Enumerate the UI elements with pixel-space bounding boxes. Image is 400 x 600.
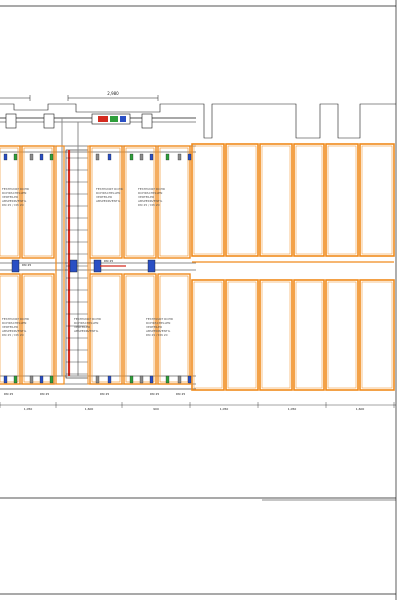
bay-frame (293, 143, 325, 257)
right-bay-frames (191, 143, 395, 391)
bay-frame-inner (361, 145, 393, 255)
bay-note-line: DN 25 / DN 20 (2, 333, 24, 337)
bay-frame (225, 143, 259, 257)
bay-frame (21, 273, 55, 385)
bay-frame (157, 145, 191, 259)
bay-frame (259, 279, 293, 391)
riser-frame (87, 145, 91, 385)
bay-frame (259, 143, 293, 257)
bay-frame-inner (295, 145, 323, 255)
valve-marker (11, 259, 20, 273)
bay-frame-inner (23, 275, 53, 383)
bay-frame-inner (159, 147, 189, 257)
bay-frame-inner (227, 145, 257, 255)
bay-frame (325, 143, 359, 257)
riser (61, 118, 89, 379)
tag-label: DN 25 (100, 392, 109, 396)
fitting (177, 375, 182, 384)
fitting (49, 375, 54, 384)
bottom-tag-labels: DN 25 DN 25 DN 25 DN 25 DN 25 (4, 392, 185, 396)
fitting (39, 375, 44, 384)
top-dimension-label: 2,980 (107, 91, 119, 96)
fitting (95, 375, 100, 384)
bay-note-line: ABSPERRVENTIL (74, 329, 99, 333)
fitting (187, 153, 192, 161)
bay-frame-inner (227, 281, 257, 389)
fitting (3, 375, 8, 384)
fitting (139, 153, 144, 161)
manifold-blue-segment (120, 116, 126, 122)
bay-note-line: ABSPERRVENTIL (96, 199, 121, 203)
dimension-label: 900 (153, 407, 159, 411)
bay-frame (359, 143, 395, 257)
fitting (29, 375, 34, 384)
dimension-label: 1,050 (220, 407, 229, 411)
fitting (129, 375, 134, 384)
tag-label: DN 25 (40, 392, 49, 396)
right-pump (141, 113, 153, 129)
bay-annotations: FESTPUNKT ROHRROHRSCHELLENVERTEILERABSPE… (2, 187, 173, 337)
manifold-red-segment (98, 116, 108, 122)
fitting (149, 375, 154, 384)
bay-frame (191, 279, 225, 391)
mid-tag: DN 25 (22, 263, 31, 267)
mid-tag: DN 25 (104, 259, 113, 263)
dimension-label: 1,050 (288, 407, 297, 411)
tag-label: DN 25 (176, 392, 185, 396)
drawing-sheet: 2,980 DN 25 DN 25 FESTPUNKT ROHRROHRSCHE… (0, 0, 397, 600)
fitting (95, 153, 100, 161)
bottom-dimension-chain: 1,050 1,600 900 1,050 1,050 1,600 (0, 402, 396, 411)
tag-label: DN 25 (150, 392, 159, 396)
top-dimension (0, 95, 159, 101)
bay-frame (325, 279, 359, 391)
fitting (139, 375, 144, 384)
dimension-label: 1,600 (356, 407, 365, 411)
dimension-label: 1,600 (85, 407, 94, 411)
bay-frame-inner (193, 145, 223, 255)
fitting (3, 153, 8, 161)
bay-frame-inner (261, 145, 291, 255)
manifold-green-segment (110, 116, 118, 122)
fitting (129, 153, 134, 161)
fitting (107, 375, 112, 384)
mid-pump (43, 113, 55, 129)
fitting (13, 153, 18, 161)
bay-frame-inner (193, 281, 223, 389)
bay-note-line: DN 25 / DN 20 (146, 333, 168, 337)
bay-frame-inner (327, 281, 357, 389)
fitting (13, 375, 18, 384)
sheet-frame (0, 0, 397, 600)
left-pump (5, 113, 17, 129)
fitting (149, 153, 154, 161)
bay-frame-inner (23, 147, 53, 257)
bay-frame (21, 145, 55, 259)
bay-frame-inner (327, 145, 357, 255)
bay-frame (191, 143, 225, 257)
bay-frame-inner (261, 281, 291, 389)
riser-frame (55, 145, 65, 385)
bay-frame-inner (295, 281, 323, 389)
dimension-label: 1,050 (24, 407, 33, 411)
valve-marker (93, 259, 102, 273)
bay-frame (293, 279, 325, 391)
bay-frame (225, 279, 259, 391)
fitting (177, 153, 182, 161)
valve-marker (69, 259, 78, 273)
bay-note-line: DN 25 / DN 20 (2, 203, 24, 207)
fitting (29, 153, 34, 161)
fitting (49, 153, 54, 161)
fitting (187, 375, 192, 384)
fitting (39, 153, 44, 161)
valve-marker (147, 259, 156, 273)
bay-note-line: DN 25 / DN 20 (138, 203, 160, 207)
manifold-unit (5, 113, 153, 129)
tag-label: DN 25 (4, 392, 13, 396)
bay-frame-inner (361, 281, 393, 389)
building-outline (0, 103, 396, 139)
bay-frame (359, 279, 395, 391)
fitting (107, 153, 112, 161)
fitting (165, 375, 170, 384)
fitting (165, 153, 170, 161)
